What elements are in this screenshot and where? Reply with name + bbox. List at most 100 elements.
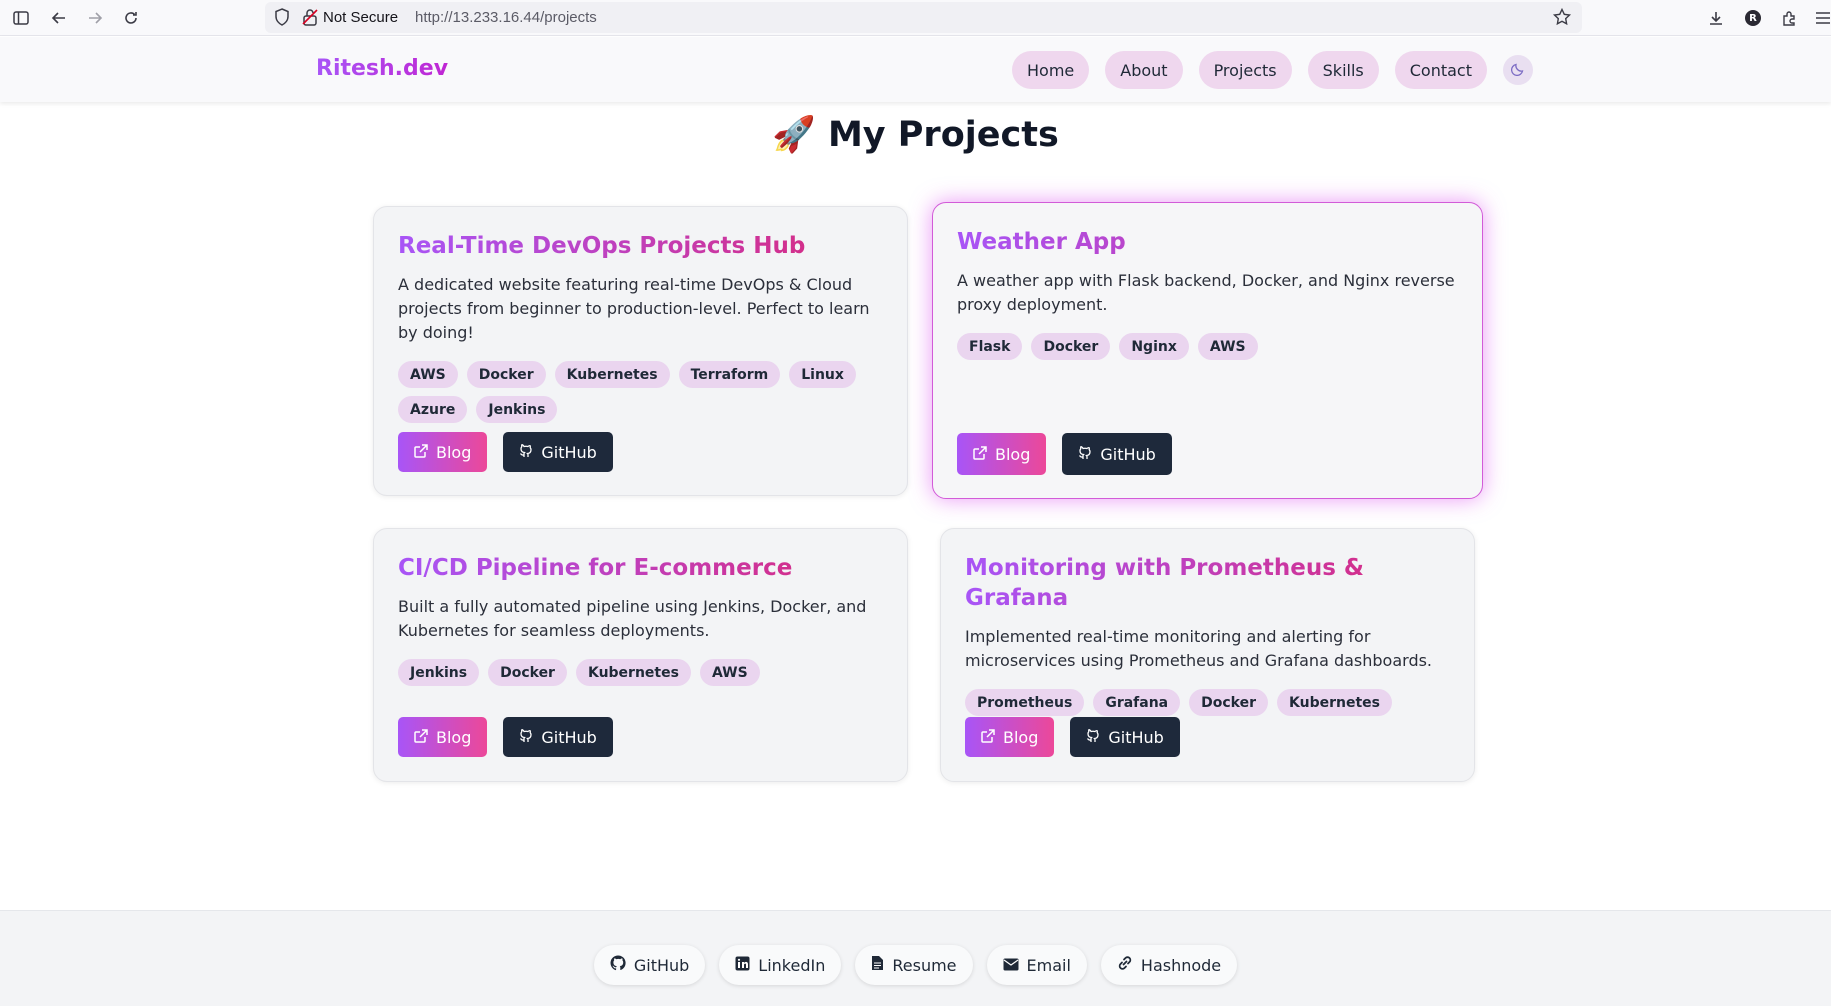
project-title: Monitoring with Prometheus & Grafana [965, 553, 1450, 613]
back-icon[interactable] [48, 7, 70, 29]
url-text[interactable]: http://13.233.16.44/projects [415, 9, 597, 26]
site-footer: GitHub LinkedIn Resume Email Hashnode [0, 910, 1831, 1006]
github-label: GitHub [541, 442, 597, 462]
project-description: A dedicated website featuring real-time … [398, 275, 870, 342]
project-card: Weather App A weather app with Flask bac… [932, 202, 1483, 499]
moon-icon [1510, 61, 1525, 80]
tech-tag: AWS [398, 361, 458, 388]
tech-tags: Prometheus Grafana Docker Kubernetes [965, 689, 1450, 716]
brand-logo[interactable]: Ritesh.dev [316, 56, 448, 81]
blog-label: Blog [436, 442, 472, 462]
footer-resume-link[interactable]: Resume [855, 945, 973, 985]
external-link-icon [414, 728, 428, 747]
blog-label: Blog [436, 727, 472, 747]
tech-tag: Docker [466, 361, 546, 388]
tech-tag: Docker [488, 659, 567, 686]
tech-tag: Kubernetes [1277, 689, 1392, 716]
tech-tag: AWS [1197, 333, 1258, 360]
footer-link-label: GitHub [633, 955, 690, 975]
tech-tag: Kubernetes [575, 659, 691, 686]
tech-tag: Docker [1031, 333, 1111, 360]
tech-tag: Grafana [1093, 689, 1181, 716]
nav-home[interactable]: Home [1012, 51, 1090, 89]
project-actions: Blog GitHub [965, 717, 1180, 757]
blog-button[interactable]: Blog [965, 717, 1055, 757]
link-icon [1117, 955, 1133, 975]
blog-button[interactable]: Blog [957, 433, 1047, 475]
tech-tag: Jenkins [476, 396, 558, 423]
address-bar[interactable]: Not Secure http://13.233.16.44/projects [265, 2, 1582, 33]
footer-link-label: Resume [892, 955, 957, 975]
project-description: Implemented real-time monitoring and ale… [965, 627, 1433, 670]
page-title: 🚀 My Projects [772, 115, 1059, 155]
project-card: Real-Time DevOps Projects Hub A dedicate… [373, 206, 908, 496]
github-icon [1086, 728, 1100, 747]
github-icon [610, 955, 626, 975]
footer-link-label: Email [1026, 955, 1071, 975]
tech-tag: Flask [957, 333, 1023, 360]
footer-link-label: LinkedIn [758, 955, 826, 975]
external-link-icon [981, 728, 995, 747]
github-icon [1078, 445, 1092, 464]
github-button[interactable]: GitHub [503, 432, 613, 472]
github-button[interactable]: GitHub [1062, 433, 1172, 475]
project-description: A weather app with Flask backend, Docker… [957, 271, 1455, 314]
nav-about[interactable]: About [1105, 51, 1183, 89]
nav-contact[interactable]: Contact [1394, 51, 1487, 89]
linkedin-icon [735, 956, 750, 975]
github-label: GitHub [1108, 727, 1164, 747]
tech-tag: Jenkins [398, 659, 480, 686]
footer-email-link[interactable]: Email [986, 945, 1087, 985]
footer-linkedin-link[interactable]: LinkedIn [719, 945, 842, 985]
site-navbar: Ritesh.dev Home About Projects Skills Co… [0, 37, 1831, 102]
project-actions: Blog GitHub [398, 432, 613, 472]
tech-tags: AWS Docker Kubernetes Terraform Linux Az… [398, 361, 883, 423]
project-description: Built a fully automated pipeline using J… [398, 597, 867, 640]
github-button[interactable]: GitHub [503, 717, 613, 757]
project-title: CI/CD Pipeline for E-commerce [398, 553, 883, 583]
nav-skills[interactable]: Skills [1307, 51, 1379, 89]
tech-tag: Prometheus [965, 689, 1085, 716]
github-button[interactable]: GitHub [1070, 717, 1180, 757]
profile-initial: R [1749, 12, 1757, 24]
tech-tag: AWS [699, 659, 760, 686]
bookmark-star-icon[interactable] [1552, 7, 1572, 31]
github-label: GitHub [1100, 444, 1156, 464]
footer-links: GitHub LinkedIn Resume Email Hashnode [0, 945, 1831, 985]
tech-tag: Nginx [1119, 333, 1189, 360]
menu-icon[interactable] [1812, 7, 1831, 29]
nav-projects[interactable]: Projects [1198, 51, 1292, 89]
shield-icon[interactable] [273, 7, 291, 31]
blog-button[interactable]: Blog [398, 432, 488, 472]
github-icon [519, 728, 533, 747]
document-icon [871, 955, 884, 975]
extensions-icon[interactable] [1778, 7, 1800, 29]
tech-tags: Jenkins Docker Kubernetes AWS [398, 659, 883, 686]
footer-hashnode-link[interactable]: Hashnode [1100, 945, 1238, 985]
footer-github-link[interactable]: GitHub [593, 945, 706, 985]
blog-label: Blog [995, 444, 1031, 464]
github-label: GitHub [541, 727, 597, 747]
tech-tag: Docker [1189, 689, 1268, 716]
nav-links: Home About Projects Skills Contact [1012, 51, 1533, 89]
tech-tags: Flask Docker Nginx AWS [957, 333, 1458, 360]
project-title: Weather App [957, 227, 1458, 257]
blog-button[interactable]: Blog [398, 717, 488, 757]
forward-icon[interactable] [84, 7, 106, 29]
theme-toggle-button[interactable] [1502, 55, 1533, 85]
github-icon [519, 443, 533, 462]
tech-tag: Azure [398, 396, 468, 423]
tech-tag: Linux [789, 361, 856, 388]
profile-avatar[interactable]: R [1742, 7, 1764, 29]
project-card: CI/CD Pipeline for E-commerce Built a fu… [373, 528, 908, 782]
reload-icon[interactable] [120, 7, 142, 29]
external-link-icon [414, 443, 428, 462]
insecure-lock-icon[interactable] [301, 7, 319, 31]
project-card: Monitoring with Prometheus & Grafana Imp… [940, 528, 1475, 782]
download-icon[interactable] [1705, 7, 1727, 29]
security-label[interactable]: Not Secure [323, 9, 398, 26]
footer-link-label: Hashnode [1140, 955, 1222, 975]
external-link-icon [973, 445, 987, 464]
sidebar-toggle-icon[interactable] [10, 7, 32, 29]
browser-toolbar: Not Secure http://13.233.16.44/projects … [0, 0, 1831, 36]
